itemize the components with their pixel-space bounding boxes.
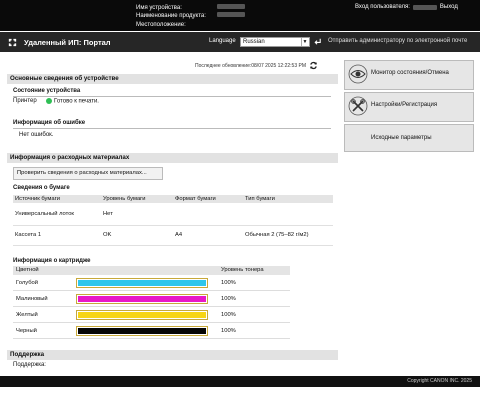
top-header: Имя устройства: Наименование продукта: М… — [0, 0, 480, 31]
toner-level-bar — [76, 326, 208, 336]
portal-title: Удаленный ИП: Портал — [24, 38, 111, 47]
product-name-label: Наименование продукта: — [136, 13, 206, 20]
cell-source: Кассета 1 — [13, 225, 101, 246]
toner-level-bar — [76, 310, 208, 320]
status-monitor-button[interactable]: Монитор состояния/Отмена — [344, 60, 474, 90]
error-info-title: Информация об ошибке — [13, 120, 86, 126]
last-updated: Последнее обновление:08/07 2025 12:22:53… — [195, 61, 318, 70]
col-source: Источник бумаги — [13, 195, 101, 203]
logout-link[interactable]: Выход — [440, 4, 458, 10]
paper-table-header: Источник бумаги Уровень бумаги Формат бу… — [13, 195, 333, 203]
consumables-header: Информация о расходных материалах — [7, 153, 338, 163]
portal-bar: Удаленный ИП: Портал Language Russian ▼ … — [0, 32, 480, 52]
apply-language-icon[interactable] — [313, 37, 322, 46]
device-name-value — [217, 4, 245, 9]
divider — [13, 96, 331, 97]
tools-icon — [348, 96, 368, 116]
login-user-value — [412, 4, 437, 10]
language-value: Russian — [243, 39, 265, 45]
toner-level-value: 100% — [221, 296, 236, 302]
support-header: Поддержка — [7, 350, 338, 360]
toner-level-fill — [78, 296, 206, 302]
cartridge-name: Желтый — [16, 312, 38, 318]
error-text: Нет ошибок. — [19, 132, 54, 138]
col-color: Цветной — [16, 267, 39, 273]
toner-level-fill — [78, 312, 206, 318]
status-monitor-label: Монитор состояния/Отмена — [371, 70, 449, 76]
col-size: Формат бумаги — [173, 195, 243, 203]
initial-settings-button[interactable]: Исходные параметры — [344, 124, 474, 152]
language-label: Language — [209, 38, 236, 44]
login-label: Вход пользователя: — [355, 4, 410, 10]
table-row: Универсальный лоток Нет — [13, 203, 333, 226]
device-name-label: Имя устройства: — [136, 5, 182, 11]
refresh-icon[interactable] — [309, 61, 318, 70]
email-admin-link[interactable]: Отправить администратору по электронной … — [328, 38, 467, 44]
initial-settings-label: Исходные параметры — [371, 135, 432, 141]
cell-size — [173, 203, 243, 226]
location-label: Местоположение: — [136, 21, 186, 28]
printer-label: Принтер — [13, 98, 37, 104]
table-row: Кассета 1 OK A4 Обычная 2 (75–82 г/м2) — [13, 225, 333, 246]
cell-level: Нет — [101, 203, 173, 226]
cartridge-name: Малиновый — [16, 296, 48, 302]
chevron-down-icon: ▼ — [301, 38, 308, 46]
paper-table: Источник бумаги Уровень бумаги Формат бу… — [13, 195, 333, 246]
toner-level-value: 100% — [221, 312, 236, 318]
divider — [13, 128, 331, 129]
printer-status: Готово к печати. — [46, 98, 99, 105]
last-updated-text: Последнее обновление:08/07 2025 12:22:53… — [195, 62, 307, 69]
paper-info-title: Сведения о бумаге — [13, 185, 70, 191]
portal-logo-icon — [8, 38, 17, 47]
product-name-value — [217, 12, 245, 18]
language-select[interactable]: Russian ▼ — [240, 37, 310, 47]
col-toner-level: Уровень тонера — [221, 267, 264, 273]
toner-level-value: 100% — [221, 280, 236, 286]
cartridge-name: Черный — [16, 328, 37, 334]
toner-level-fill — [78, 280, 206, 286]
support-label: Поддержка: — [13, 362, 46, 368]
footer: Copyright CANON INC. 2025 — [0, 376, 480, 387]
cartridge-name: Голубой — [16, 280, 38, 286]
device-info: Имя устройства: Наименование продукта: М… — [136, 4, 245, 29]
cell-size: A4 — [173, 225, 243, 246]
toner-level-bar — [76, 278, 208, 288]
cartridge-row: Малиновый 100% — [13, 292, 290, 307]
cell-source: Универсальный лоток — [13, 203, 101, 226]
cartridge-info-title: Информация о картридже — [13, 258, 91, 264]
status-ok-icon — [46, 98, 52, 104]
cell-level: OK — [101, 225, 173, 246]
device-status-title: Состояние устройства — [13, 88, 81, 94]
cell-type — [243, 203, 333, 226]
eye-icon — [348, 64, 368, 84]
toner-level-value: 100% — [221, 328, 236, 334]
settings-registration-label: Настройки/Регистрация — [371, 102, 438, 108]
device-basic-header: Основные сведения об устройстве — [7, 74, 338, 84]
login-area: Вход пользователя: Выход — [355, 4, 458, 10]
cartridge-row: Черный 100% — [13, 324, 290, 339]
cell-type: Обычная 2 (75–82 г/м2) — [243, 225, 333, 246]
cartridge-row: Желтый 100% — [13, 308, 290, 323]
check-consumables-button[interactable]: Проверить сведения о расходных материала… — [13, 167, 163, 180]
cartridge-table-header: Цветной Уровень тонера — [13, 266, 290, 275]
toner-level-fill — [78, 328, 206, 334]
cartridge-row: Голубой 100% — [13, 276, 290, 291]
toner-level-bar — [76, 294, 208, 304]
printer-status-text: Готово к печати. — [54, 98, 99, 105]
col-type: Тип бумаги — [243, 195, 333, 203]
settings-registration-button[interactable]: Настройки/Регистрация — [344, 92, 474, 122]
col-level: Уровень бумаги — [101, 195, 173, 203]
